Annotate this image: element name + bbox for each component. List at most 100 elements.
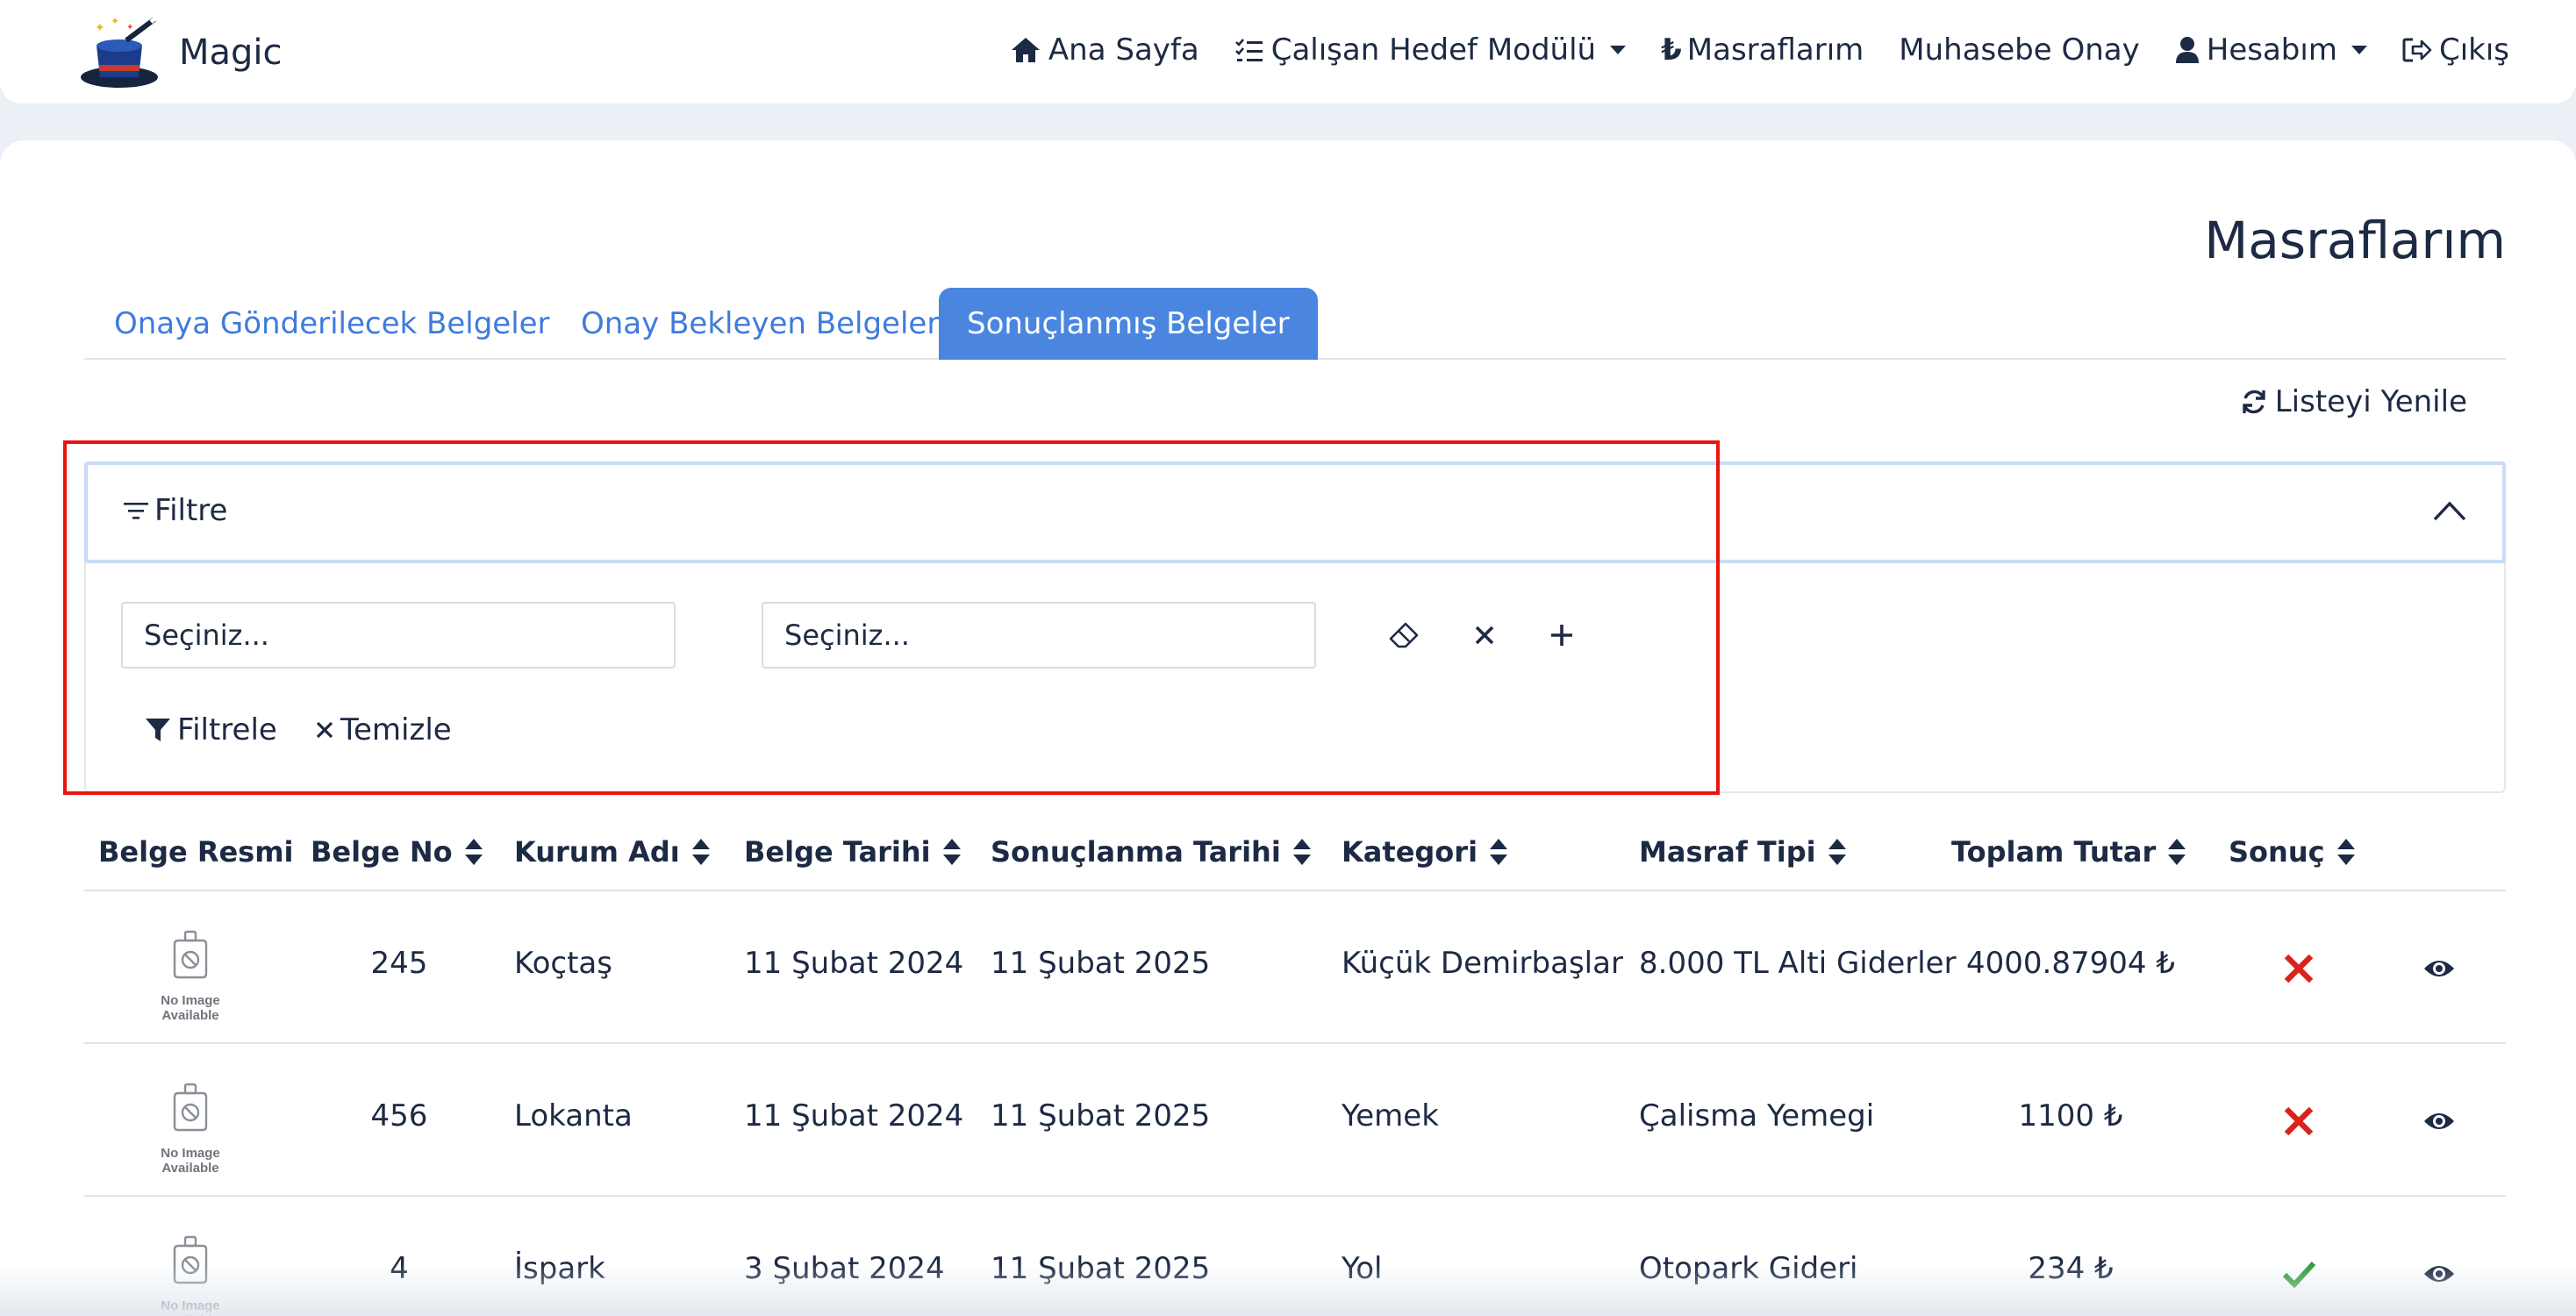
cell-doc-date: 11 Şubat 2024 <box>744 946 964 981</box>
nav-goals-label: Çalışan Hedef Modülü <box>1270 32 1597 68</box>
svg-text:✦: ✦ <box>126 23 133 32</box>
logout-icon <box>2402 38 2432 62</box>
nav-account-label: Hesabım <box>2206 32 2337 68</box>
home-icon <box>1011 38 1040 62</box>
refresh-list-button[interactable]: Listeyi Yenile <box>2240 384 2467 419</box>
sort-icon <box>942 839 961 865</box>
refresh-list-label: Listeyi Yenile <box>2274 384 2467 419</box>
no-image-placeholder: No Image Available <box>133 923 247 1023</box>
nav-account-dropdown[interactable]: Hesabım <box>2175 32 2367 68</box>
brand-name: Magic <box>179 32 283 73</box>
no-image-icon <box>173 1235 208 1284</box>
sort-icon <box>691 839 710 865</box>
cell-category: Küçük Demirbaşlar <box>1342 946 1623 981</box>
view-document-eye-icon[interactable] <box>2423 1262 2455 1286</box>
cell-doc-no: 245 <box>370 946 428 981</box>
col-header-doc-no-label: Belge No <box>311 835 453 869</box>
col-header-result-date[interactable]: Sonuçlanma Tarihi <box>991 835 1311 869</box>
plus-icon <box>1551 625 1572 646</box>
remove-filter-button[interactable] <box>1465 616 1504 654</box>
cell-total: 4000.87904 ₺ <box>1966 946 2175 981</box>
clear-filter-label: Temizle <box>340 712 452 747</box>
add-filter-button[interactable] <box>1542 616 1581 654</box>
sort-icon <box>1828 839 1846 865</box>
nav-accounting[interactable]: Muhasebe Onay <box>1899 32 2139 68</box>
view-document-eye-icon[interactable] <box>2423 1109 2455 1134</box>
cell-result-date: 11 Şubat 2025 <box>991 1098 1211 1134</box>
main-nav: Ana Sayfa Çalışan Hedef Modülü ₺ Masrafl… <box>1010 23 2509 77</box>
filter-title: Filtre <box>123 493 227 528</box>
lira-icon: ₺ <box>1661 32 1682 68</box>
sort-icon <box>1490 839 1508 865</box>
filter-field-select[interactable]: Seçiniz... <box>121 602 676 669</box>
col-header-result-label: Sonuç <box>2229 835 2325 869</box>
nav-goals-dropdown[interactable]: Çalışan Hedef Modülü <box>1234 32 1627 68</box>
tab-to-send[interactable]: Onaya Gönderilecek Belgeler <box>86 288 578 360</box>
nav-home[interactable]: Ana Sayfa <box>1010 32 1199 68</box>
tab-concluded[interactable]: Sonuçlanmış Belgeler <box>939 288 1318 360</box>
col-header-institution[interactable]: Kurum Adı <box>514 835 710 869</box>
user-icon <box>2175 37 2199 63</box>
no-image-label: No Image Available <box>161 993 220 1023</box>
cell-expense-type: 8.000 TL Alti Giderler <box>1639 946 1957 981</box>
close-icon <box>1475 626 1494 645</box>
eraser-button[interactable] <box>1385 616 1423 654</box>
col-header-institution-label: Kurum Adı <box>514 835 680 869</box>
no-image-placeholder: No Image Available <box>133 1076 247 1176</box>
col-header-doc-date[interactable]: Belge Tarihi <box>744 835 961 869</box>
sort-icon <box>464 839 483 865</box>
col-header-doc-no[interactable]: Belge No <box>311 835 483 869</box>
no-image-placeholder: No Image Available <box>133 1228 247 1316</box>
eraser-icon <box>1389 622 1419 648</box>
apply-filter-button[interactable]: Filtrele <box>144 712 277 747</box>
brand[interactable]: ✦ ✦ ✦ Magic <box>77 11 283 95</box>
nav-logout[interactable]: Çıkış <box>2402 32 2509 68</box>
clear-filter-button[interactable]: Temizle <box>314 712 452 747</box>
col-header-result[interactable]: Sonuç <box>2229 835 2355 869</box>
nav-expenses[interactable]: ₺ Masraflarım <box>1661 32 1864 68</box>
refresh-icon <box>2243 390 2265 414</box>
col-header-total-label: Toplam Tutar <box>1951 835 2157 869</box>
rejected-x-icon <box>2281 951 2316 986</box>
magic-hat-logo-icon: ✦ ✦ ✦ <box>81 15 158 88</box>
view-document-eye-icon[interactable] <box>2423 956 2455 981</box>
rejected-x-icon <box>2281 1104 2316 1139</box>
cell-category: Yol <box>1342 1251 1383 1286</box>
col-header-image: Belge Resmi <box>98 835 294 869</box>
filter-title-label: Filtre <box>154 493 228 528</box>
col-header-total[interactable]: Toplam Tutar <box>1951 835 2186 869</box>
chevron-up-icon[interactable] <box>2432 498 2467 523</box>
filter-header[interactable]: Filtre <box>84 461 2506 563</box>
no-image-label: No Image Available <box>161 1298 220 1316</box>
sort-icon <box>2336 839 2355 865</box>
cell-category: Yemek <box>1342 1098 1439 1134</box>
col-header-category-label: Kategori <box>1342 835 1478 869</box>
nav-logout-label: Çıkış <box>2438 32 2509 68</box>
svg-text:✦: ✦ <box>111 15 119 27</box>
chevron-down-icon <box>1610 46 1627 54</box>
cell-institution: Koçtaş <box>514 946 612 981</box>
no-image-label: No Image Available <box>161 1146 220 1176</box>
filter-value-placeholder: Seçiniz... <box>784 619 910 652</box>
chevron-down-icon <box>2351 46 2367 54</box>
col-header-expense-type[interactable]: Masraf Tipi <box>1639 835 1846 869</box>
filter-field-placeholder: Seçiniz... <box>144 619 269 652</box>
page-title: Masraflarım <box>2204 211 2506 270</box>
tab-concluded-label: Sonuçlanmış Belgeler <box>967 306 1290 341</box>
col-header-expense-type-label: Masraf Tipi <box>1639 835 1816 869</box>
tab-pending[interactable]: Onay Bekleyen Belgeler <box>553 288 967 360</box>
nav-accounting-label: Muhasebe Onay <box>1899 32 2140 68</box>
cell-doc-no: 456 <box>370 1098 428 1134</box>
cell-expense-type: Çalisma Yemegi <box>1639 1098 1875 1134</box>
no-image-icon <box>173 1083 208 1132</box>
cell-result-date: 11 Şubat 2025 <box>991 1251 1211 1286</box>
svg-text:✦: ✦ <box>95 21 105 35</box>
cell-expense-type: Otopark Gideri <box>1639 1251 1858 1286</box>
cell-institution: Lokanta <box>514 1098 633 1134</box>
cell-doc-date: 11 Şubat 2024 <box>744 1098 964 1134</box>
filter-funnel-icon <box>146 719 170 741</box>
sort-icon <box>1292 839 1311 865</box>
filter-value-select[interactable]: Seçiniz... <box>762 602 1316 669</box>
sort-icon <box>2168 839 2186 865</box>
col-header-category[interactable]: Kategori <box>1342 835 1508 869</box>
